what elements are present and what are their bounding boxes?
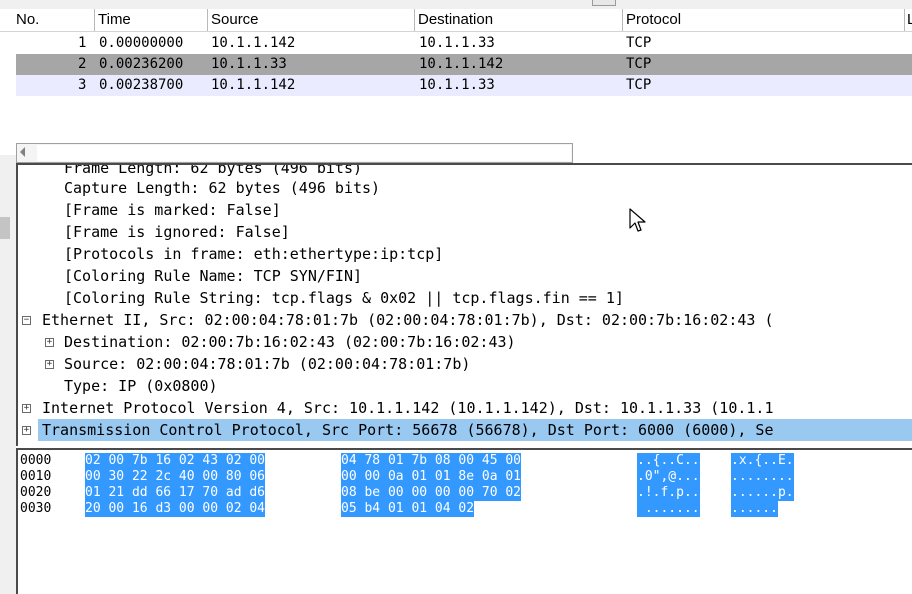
packet-source: 10.1.1.33 xyxy=(211,56,287,72)
packet-number: 1 xyxy=(78,35,87,51)
byte-offset: 0020 xyxy=(20,485,52,500)
expand-icon[interactable]: + xyxy=(45,360,54,369)
packet-time: 0.00236200 xyxy=(99,56,184,72)
packet-list-horizontal-scrollbar[interactable] xyxy=(16,143,573,163)
ascii-bytes[interactable]: ........ xyxy=(731,469,794,485)
detail-line-ethernet[interactable]: Ethernet II, Src: 02:00:04:78:01:7b (02:… xyxy=(42,309,774,331)
hex-bytes[interactable]: 02 00 7b 16 02 43 02 00 xyxy=(85,453,266,469)
ascii-bytes[interactable]: .0",@... xyxy=(637,469,700,485)
packet-details-pane[interactable]: Frame Length: 62 bytes (496 bits) Captur… xyxy=(16,163,912,446)
hex-bytes[interactable]: 05 b4 01 01 04 02 xyxy=(341,501,475,517)
detail-line[interactable]: [Coloring Rule Name: TCP SYN/FIN] xyxy=(64,265,362,287)
packet-number: 2 xyxy=(78,56,87,72)
packet-time: 0.00238700 xyxy=(99,77,184,93)
ascii-bytes[interactable]: .x.{..E. xyxy=(731,453,794,469)
scrollbar-thumb[interactable] xyxy=(37,145,571,161)
packet-time: 0.00000000 xyxy=(99,35,184,51)
detail-line-source[interactable]: Source: 02:00:04:78:01:7b (02:00:04:78:0… xyxy=(64,353,470,375)
packet-destination: 10.1.1.142 xyxy=(419,56,504,72)
detail-line[interactable]: Capture Length: 62 bytes (496 bits) xyxy=(64,177,380,199)
left-gutter xyxy=(0,155,16,594)
column-header-destination[interactable]: Destination xyxy=(414,9,622,31)
column-header-protocol[interactable]: Protocol xyxy=(622,9,904,31)
hex-bytes[interactable]: 04 78 01 7b 08 00 45 00 xyxy=(341,453,522,469)
packet-row[interactable]: 1 0.00000000 10.1.1.142 10.1.1.33 TCP xyxy=(16,33,912,54)
detail-line[interactable]: [Frame is marked: False] xyxy=(64,199,281,221)
packet-list-header: No. Time Source Destination Protocol L xyxy=(0,9,912,32)
expand-icon[interactable]: + xyxy=(22,426,31,435)
toolbar-edge-handle xyxy=(592,0,616,6)
packet-destination: 10.1.1.33 xyxy=(419,35,495,51)
ascii-bytes[interactable]: ......p. xyxy=(731,485,794,501)
detail-line[interactable]: [Protocols in frame: eth:ethertype:ip:tc… xyxy=(64,243,443,265)
byte-offset: 0030 xyxy=(20,501,52,516)
expand-icon[interactable]: + xyxy=(22,404,31,413)
hex-bytes[interactable]: 00 30 22 2c 40 00 80 06 xyxy=(85,469,266,485)
packet-number: 3 xyxy=(78,77,87,93)
ascii-bytes[interactable]: ....... xyxy=(637,501,700,517)
detail-line[interactable]: [Frame is ignored: False] xyxy=(64,221,290,243)
detail-line-ipv4[interactable]: Internet Protocol Version 4, Src: 10.1.1… xyxy=(42,397,774,419)
column-header-length[interactable]: L xyxy=(904,9,912,31)
hex-bytes[interactable]: 00 00 0a 01 01 8e 0a 01 xyxy=(341,469,522,485)
byte-offset: 0010 xyxy=(20,469,52,484)
hex-bytes[interactable]: 20 00 16 d3 00 00 02 04 xyxy=(85,501,266,517)
ascii-bytes[interactable]: ..{..C.. xyxy=(637,453,700,469)
packet-row-selected[interactable]: 2 0.00236200 10.1.1.33 10.1.1.142 TCP xyxy=(16,54,912,75)
packet-list[interactable]: No. Time Source Destination Protocol L 1… xyxy=(0,9,912,163)
column-header-time[interactable]: Time xyxy=(94,9,207,31)
packet-source: 10.1.1.142 xyxy=(211,77,296,93)
packet-source: 10.1.1.142 xyxy=(211,35,296,51)
detail-line-destination[interactable]: Destination: 02:00:7b:16:02:43 (02:00:7b… xyxy=(64,331,516,353)
collapse-icon[interactable]: − xyxy=(22,316,31,325)
packet-destination: 10.1.1.33 xyxy=(419,77,495,93)
mouse-pointer-icon xyxy=(629,208,646,232)
hex-bytes[interactable]: 08 be 00 00 00 00 70 02 xyxy=(341,485,522,501)
expand-icon[interactable]: + xyxy=(45,338,54,347)
packet-protocol: TCP xyxy=(626,56,652,72)
byte-offset: 0000 xyxy=(20,453,52,468)
column-header-no[interactable]: No. xyxy=(14,9,94,31)
column-header-source[interactable]: Source xyxy=(207,9,414,31)
detail-line[interactable]: [Coloring Rule String: tcp.flags & 0x02 … xyxy=(64,287,624,309)
hex-bytes[interactable]: 01 21 dd 66 17 70 ad d6 xyxy=(85,485,266,501)
splitter-grip[interactable] xyxy=(0,217,10,239)
packet-protocol: TCP xyxy=(626,35,652,51)
arrow-left-icon[interactable] xyxy=(20,147,25,157)
packet-protocol: TCP xyxy=(626,77,652,93)
detail-line-type[interactable]: Type: IP (0x0800) xyxy=(64,375,218,397)
packet-bytes-pane[interactable]: 0000 02 00 7b 16 02 43 02 00 04 78 01 7b… xyxy=(16,448,912,594)
detail-line-tcp[interactable]: Transmission Control Protocol, Src Port:… xyxy=(42,419,774,441)
packet-row[interactable]: 3 0.00238700 10.1.1.142 10.1.1.33 TCP xyxy=(16,75,912,96)
ascii-bytes[interactable]: ...... xyxy=(731,501,778,517)
ascii-bytes[interactable]: .!.f.p.. xyxy=(637,485,700,501)
